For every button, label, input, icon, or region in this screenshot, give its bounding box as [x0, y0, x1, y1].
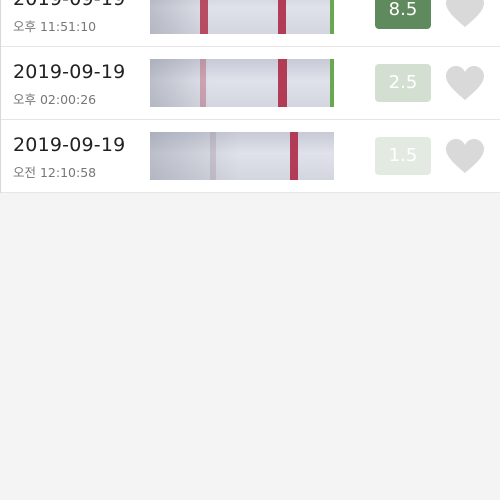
test-strip-image [150, 59, 334, 107]
list-item[interactable]: 2019-09-19 오후 02:00:26 2.5 [1, 47, 500, 120]
list-item[interactable]: 2019-09-19 오후 11:51:10 8.5 [1, 0, 500, 47]
record-date: 2019-09-19 [13, 61, 126, 83]
record-time: 오전 12:10:58 [13, 165, 97, 180]
list-item[interactable]: 2019-09-19 오전 12:10:58 1.5 [1, 120, 500, 193]
record-date: 2019-09-19 [13, 0, 125, 10]
score-badge: 8.5 [375, 0, 431, 29]
favorite-heart-icon[interactable] [445, 0, 485, 29]
record-time: 오후 02:00:26 [13, 92, 97, 107]
favorite-heart-icon[interactable] [445, 139, 485, 175]
test-strip-image [150, 132, 334, 180]
test-strip-image [150, 0, 334, 34]
favorite-heart-icon[interactable] [445, 66, 485, 102]
score-badge: 2.5 [375, 64, 431, 102]
test-history-list: 2019-09-19 오후 11:51:10 8.5 2019-09-19 오후… [0, 0, 500, 193]
screen: 2019-09-19 오후 11:51:10 8.5 2019-09-19 오후… [0, 0, 500, 500]
score-badge: 1.5 [375, 137, 431, 175]
record-time: 오후 11:51:10 [13, 19, 97, 34]
record-date: 2019-09-19 [13, 134, 126, 156]
